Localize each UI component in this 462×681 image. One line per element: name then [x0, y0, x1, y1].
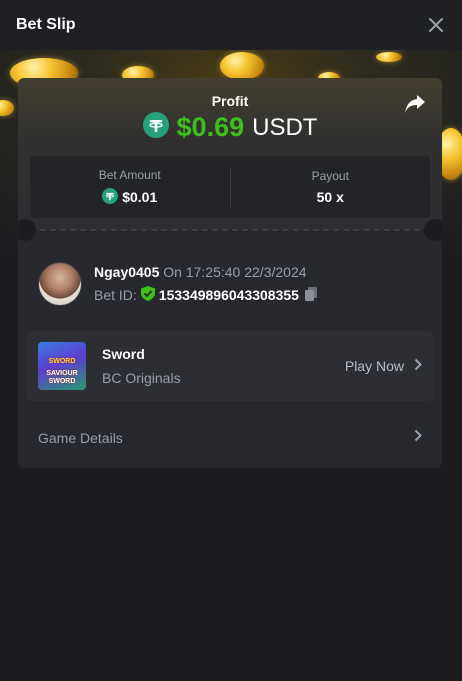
game-details-label: Game Details — [38, 430, 123, 446]
payout-value: 50 x — [316, 189, 344, 205]
game-thumbnail: SWORD SAVIOUR SWORD — [38, 342, 86, 390]
copy-icon[interactable] — [303, 286, 319, 305]
play-now-label: Play Now — [344, 358, 404, 374]
bet-slip-page: Bet Slip Profit $0.69 USDT Bet Amount $0… — [0, 0, 462, 681]
username[interactable]: Ngay0405 — [94, 264, 159, 280]
bet-amount-row: $0.01 — [102, 187, 158, 207]
payout-label: Payout — [311, 169, 349, 183]
payout-stat: Payout 50 x — [231, 156, 431, 218]
profit-label: Profit — [211, 93, 249, 109]
shield-check-icon — [140, 286, 155, 304]
thumb-text-1: SWORD — [48, 358, 76, 365]
bet-time: On 17:25:40 22/3/2024 — [163, 263, 307, 280]
bet-id-label: Bet ID: — [94, 287, 137, 303]
profit-value: $0.69 — [176, 112, 245, 142]
game-meta: Sword BC Originals — [102, 346, 181, 386]
chevron-right-icon — [414, 358, 422, 374]
bet-stats: Bet Amount $0.01 Payout 50 x — [30, 156, 430, 218]
dashed-divider — [40, 229, 420, 231]
profit-currency: USDT — [252, 113, 318, 141]
bet-amount-stat: Bet Amount $0.01 — [30, 156, 230, 218]
bet-user-info: Ngay0405 On 17:25:40 22/3/2024 Bet ID: 1… — [94, 264, 319, 305]
ticket-notch-right — [424, 219, 442, 241]
game-panel[interactable]: SWORD SAVIOUR SWORD Sword BC Originals P… — [26, 331, 434, 401]
bet-user-row: Ngay0405 On 17:25:40 22/3/2024 Bet ID: 1… — [38, 262, 422, 306]
thumb-text-2: SAVIOUR — [46, 370, 78, 377]
bet-id-line: Bet ID: 153349896043308355 — [94, 286, 319, 305]
game-provider: BC Originals — [102, 370, 181, 386]
close-icon[interactable] — [426, 15, 446, 35]
avatar — [38, 262, 82, 306]
bet-id-value: 153349896043308355 — [158, 287, 299, 303]
chevron-right-icon — [414, 429, 422, 447]
bet-amount-label: Bet Amount — [98, 167, 161, 182]
thumb-text-3: SWORD — [48, 378, 76, 385]
header: Bet Slip — [0, 0, 462, 50]
tether-icon — [142, 112, 169, 143]
tether-icon — [102, 187, 119, 207]
coin-decoration — [220, 52, 264, 80]
bet-amount-value: $0.01 — [122, 189, 158, 205]
ticket-notch-left — [18, 219, 36, 241]
user-line: Ngay0405 On 17:25:40 22/3/2024 — [94, 264, 319, 280]
bet-slip-card: Profit $0.69 USDT Bet Amount $0.01 Payou… — [18, 78, 442, 468]
coin-decoration — [376, 52, 402, 62]
coin-decoration — [0, 100, 14, 116]
play-now-button[interactable]: Play Now — [345, 358, 422, 374]
profit-row: $0.69 USDT — [18, 112, 442, 143]
share-icon[interactable] — [404, 94, 426, 114]
page-title: Bet Slip — [16, 16, 76, 33]
game-name: Sword — [102, 346, 145, 362]
game-details-row[interactable]: Game Details — [26, 418, 434, 458]
